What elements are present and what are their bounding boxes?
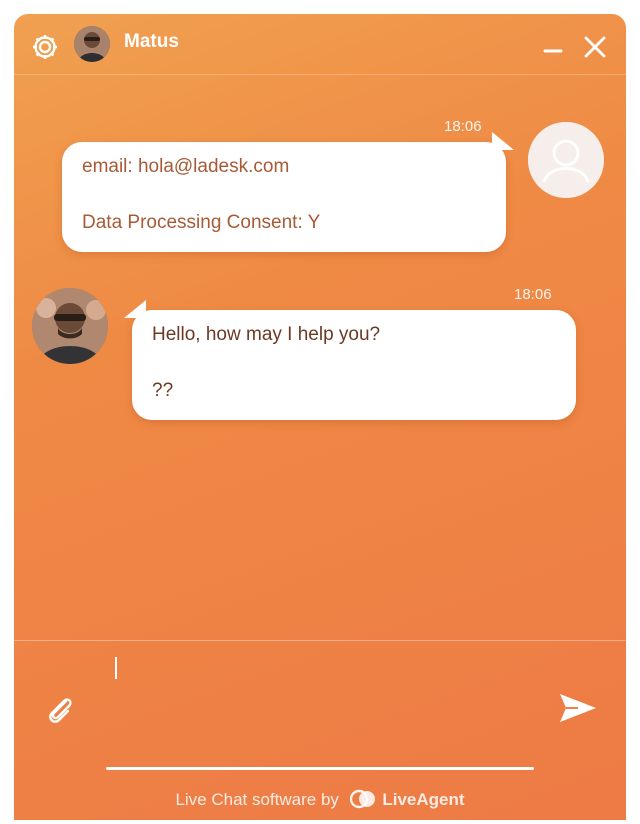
footer-branding: Live Chat software by LiveAgent — [14, 789, 626, 815]
agent-message-bubble: Hello, how may I help you? ?? — [124, 300, 576, 420]
chat-header: Matus — [14, 14, 626, 75]
message-line: email: hola@ladesk.com — [82, 156, 290, 177]
liveagent-logo-icon — [349, 789, 376, 809]
bubble-tail — [124, 300, 146, 318]
message-line: Hello, how may I help you? — [152, 324, 381, 345]
agent-name: Matus — [124, 31, 179, 52]
footer-text: Live Chat software by — [175, 790, 339, 809]
paperclip-icon[interactable] — [44, 693, 78, 727]
message-line: Data Processing Consent: Y — [82, 212, 321, 233]
close-icon[interactable] — [582, 34, 608, 60]
composer: Live Chat software by LiveAgent — [14, 640, 626, 820]
bubble-tail — [492, 132, 514, 150]
visitor-message-bubble: email: hola@ladesk.com Data Processing C… — [62, 132, 514, 252]
input-underline — [106, 767, 534, 770]
agent-avatar-small — [74, 26, 110, 62]
agent-avatar — [32, 288, 108, 364]
chat-widget: Matus 18:06 email: hola@ladesk.com Data … — [14, 14, 626, 820]
message-time: 18:06 — [444, 118, 482, 135]
message-line: ?? — [152, 380, 174, 401]
minimize-icon[interactable] — [542, 34, 564, 56]
gear-icon[interactable] — [30, 32, 60, 62]
message-time: 18:06 — [514, 286, 552, 303]
send-icon[interactable] — [558, 691, 598, 725]
footer-brand-link[interactable]: LiveAgent — [382, 790, 464, 809]
visitor-avatar — [528, 122, 604, 198]
message-input[interactable] — [110, 651, 534, 765]
